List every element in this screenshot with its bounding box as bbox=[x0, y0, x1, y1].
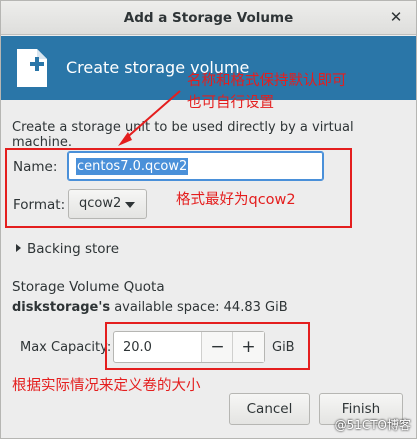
annotation-note-name-line2: 也可自行设置 bbox=[187, 95, 274, 111]
annotation-note-format: 格式最好为qcow2 bbox=[176, 192, 296, 208]
annotation-note-name-line1: 名称和格式保持默认即可 bbox=[187, 73, 347, 89]
annotation-arrow bbox=[118, 90, 181, 146]
watermark: @51CTO博客 bbox=[334, 418, 411, 432]
annotation-note-capacity: 根据实际情况来定义卷的大小 bbox=[12, 378, 201, 394]
